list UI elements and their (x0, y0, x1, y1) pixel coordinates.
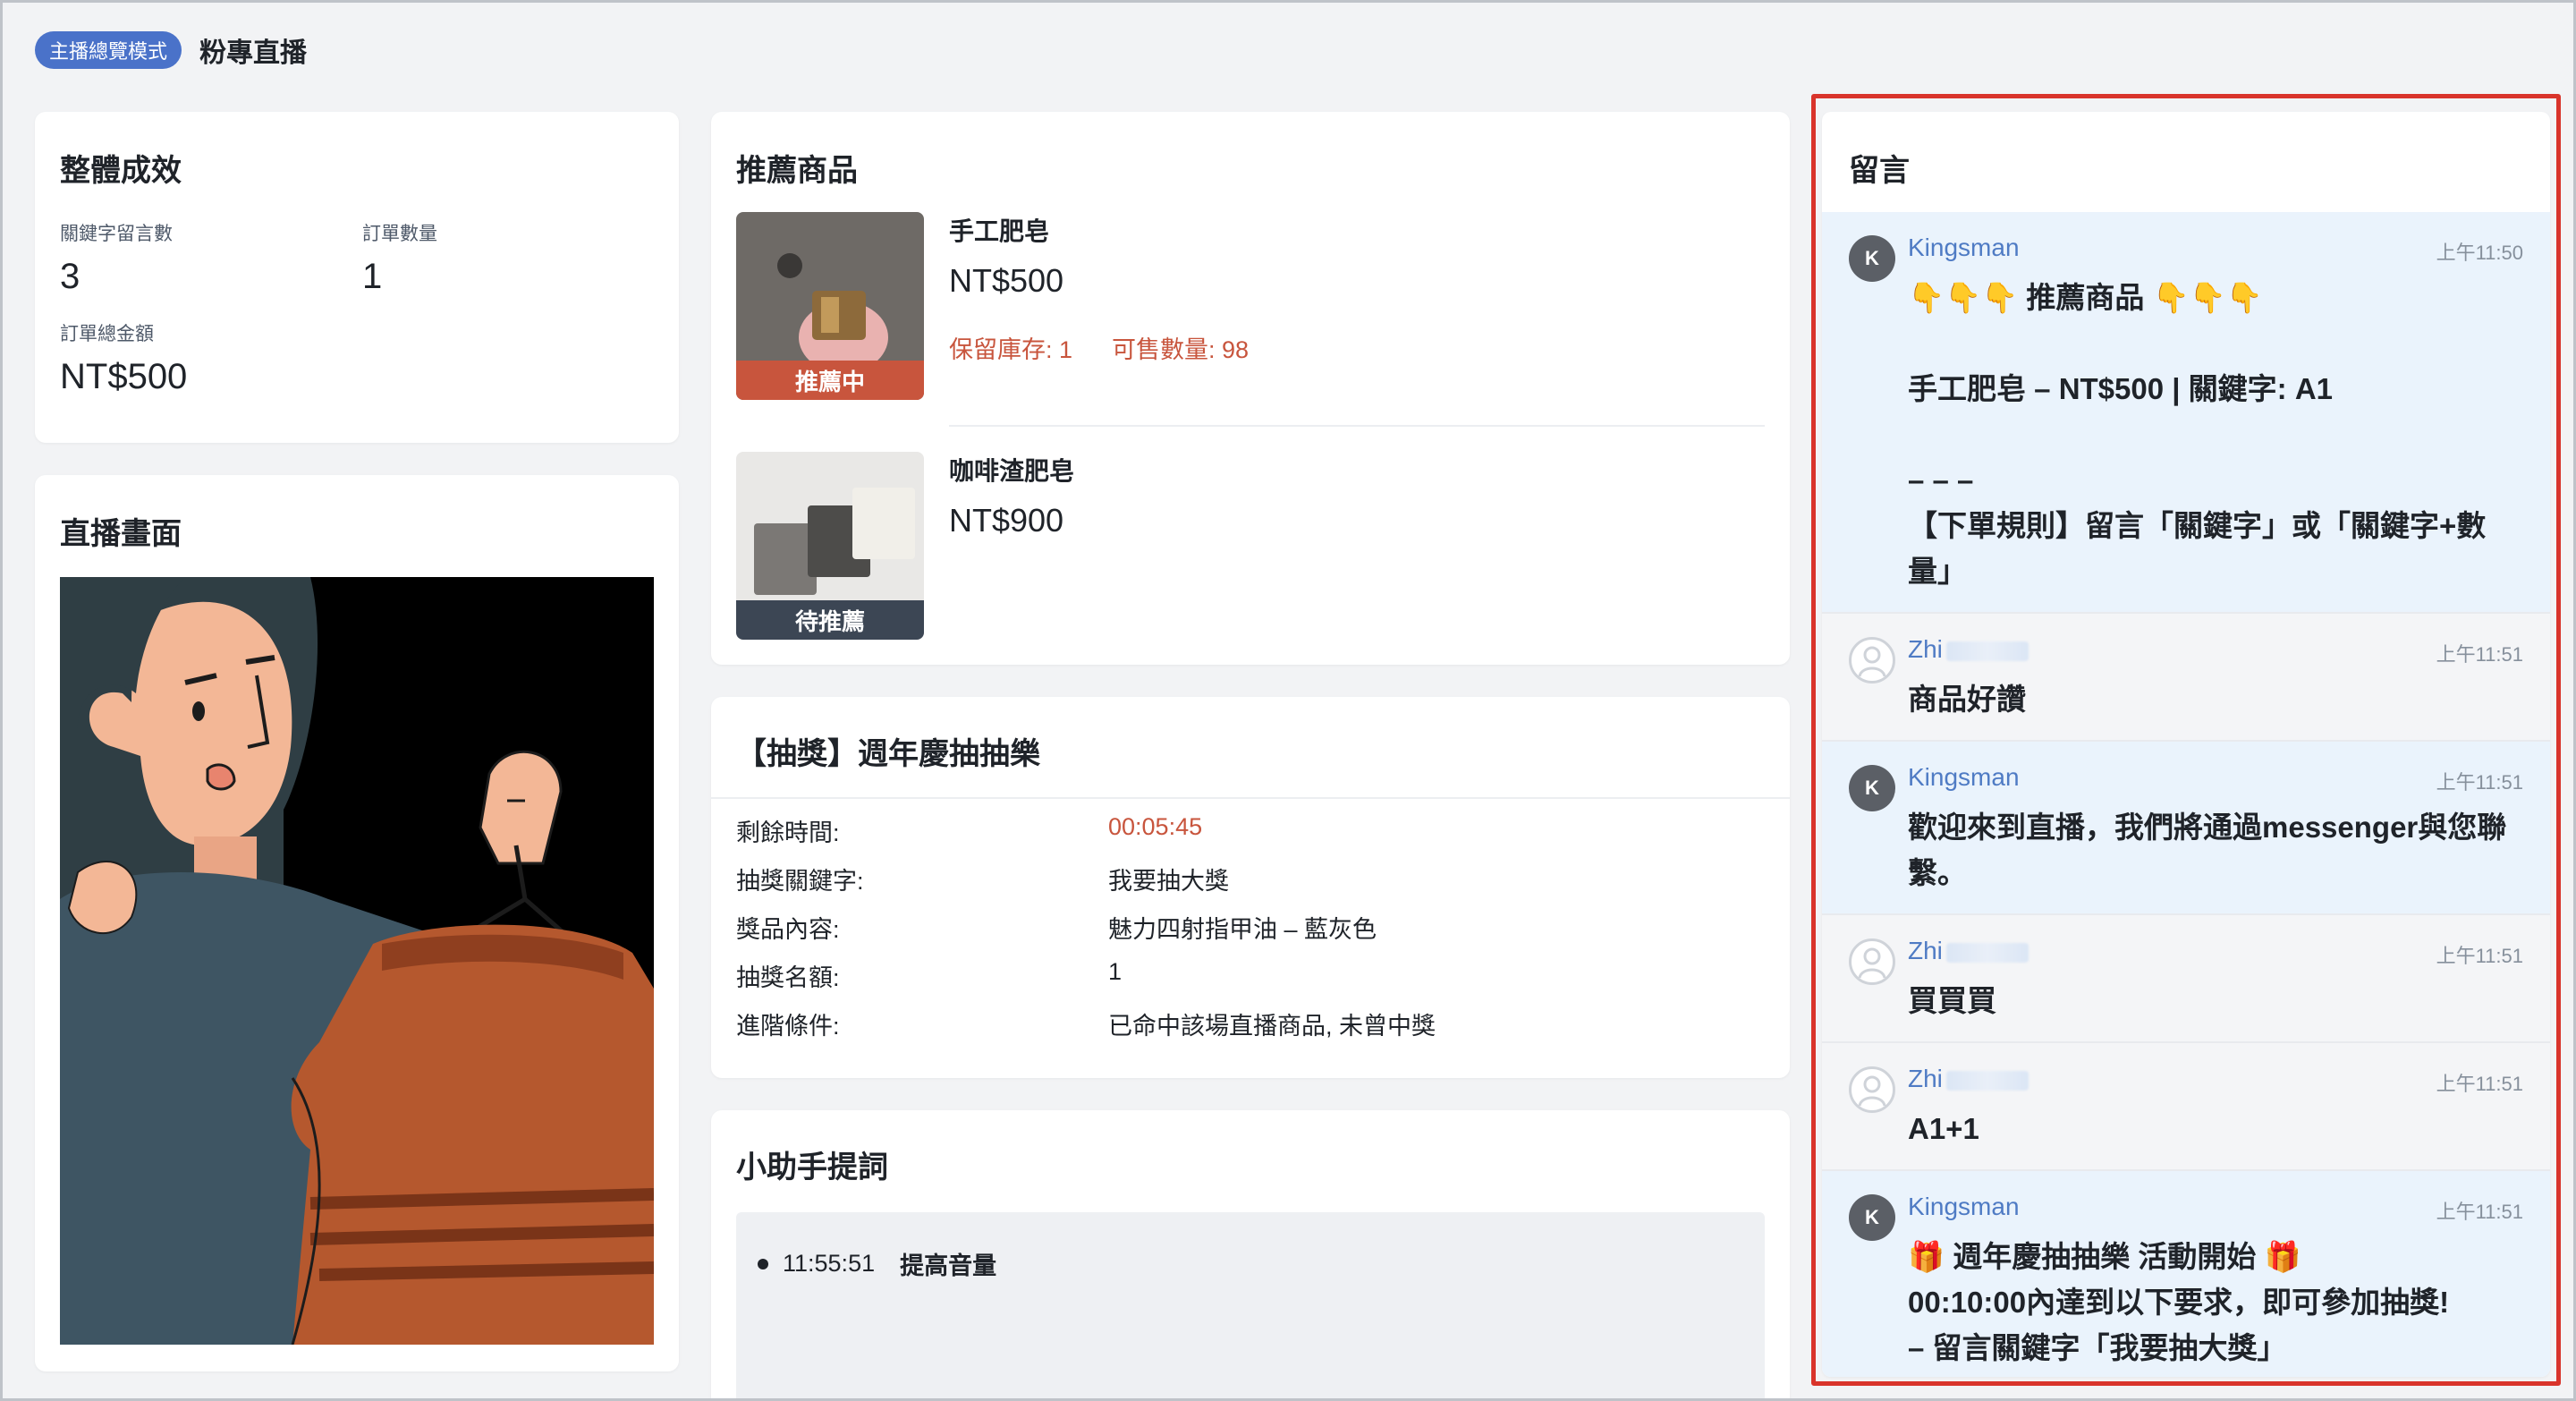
live-title: 直播畫面 (60, 517, 182, 551)
keyword-comments-value: 3 (60, 257, 80, 296)
reserved-stock: 保留庫存: 1 (949, 336, 1073, 363)
lottery-card: 【抽獎】週年慶抽抽樂 剩餘時間: 00:05:45 抽獎關鍵字: 我要抽大獎 獎… (711, 697, 1790, 1078)
product-status-tag: 待推薦 (736, 600, 924, 640)
product-item[interactable]: 待推薦 咖啡渣肥皂 NT$900 (736, 452, 1765, 640)
total-amount-label: 訂單總金額 (60, 324, 154, 344)
performance-title: 整體成效 (60, 154, 182, 188)
lottery-condition: 已命中該場直播商品, 未曾中獎 (1108, 1013, 1436, 1040)
products-title: 推薦商品 (736, 154, 858, 188)
live-card: 直播畫面 (35, 475, 679, 1371)
performance-card: 整體成效 關鍵字留言數 3 訂單數量 1 訂單總金額 NT$500 (35, 112, 679, 443)
available-stock: 可售數量: 98 (1112, 336, 1250, 363)
product-divider (949, 425, 1765, 427)
remaining-time: 00:05:45 (1108, 813, 1203, 840)
product-status-tag: 推薦中 (736, 361, 924, 400)
lottery-row: 剩餘時間: 00:05:45 (736, 813, 1765, 849)
assistant-card: 小助手提詞 11:55:51 提高音量 (711, 1110, 1790, 1398)
comments-highlight-outline (1811, 94, 2561, 1386)
lottery-key: 獎品內容: (736, 916, 840, 943)
product-item[interactable]: 推薦中 手工肥皂 NT$500 保留庫存: 1 可售數量: 98 (736, 212, 1765, 400)
lottery-key: 進階條件: (736, 1013, 840, 1040)
live-illustration (60, 577, 654, 1345)
assistant-prompt-item: 11:55:51 提高音量 (758, 1246, 996, 1281)
bullet-icon (758, 1258, 768, 1269)
orders-label: 訂單數量 (362, 224, 437, 244)
product-stock: 保留庫存: 1 可售數量: 98 (949, 330, 1249, 365)
prompt-time: 11:55:51 (783, 1250, 876, 1277)
app-frame: 主播總覽模式 粉專直播 整體成效 關鍵字留言數 3 訂單數量 1 訂單總金額 N… (0, 0, 2576, 1401)
product-price: NT$500 (949, 262, 1064, 299)
keyword-comments-label: 關鍵字留言數 (60, 224, 173, 244)
total-amount-value: NT$500 (60, 357, 188, 396)
lottery-keyword: 我要抽大獎 (1108, 868, 1229, 895)
lottery-row: 獎品內容: 魅力四射指甲油 – 藍灰色 (736, 910, 1765, 946)
live-video[interactable] (60, 577, 654, 1345)
orders-value: 1 (362, 257, 383, 296)
lottery-key: 剩餘時間: (736, 819, 840, 846)
page-title: 粉專直播 (199, 38, 308, 68)
product-thumbnail: 推薦中 (736, 212, 924, 400)
lottery-row: 抽獎名額: 1 (736, 958, 1765, 994)
lottery-quota: 1 (1108, 958, 1123, 985)
lottery-divider (711, 797, 1790, 799)
product-price: NT$900 (949, 502, 1064, 539)
products-card: 推薦商品 推薦中 手工肥皂 NT$500 保留庫存: 1 可售數量: 98 待推… (711, 112, 1790, 665)
lottery-prize: 魅力四射指甲油 – 藍灰色 (1108, 916, 1377, 943)
product-name: 咖啡渣肥皂 (949, 457, 1075, 485)
mode-badge[interactable]: 主播總覽模式 (35, 31, 182, 69)
product-thumbnail: 待推薦 (736, 452, 924, 640)
lottery-row: 抽獎關鍵字: 我要抽大獎 (736, 862, 1765, 897)
page-header: 主播總覽模式 粉專直播 (35, 30, 307, 71)
prompt-text: 提高音量 (900, 1252, 997, 1279)
lottery-title: 【抽獎】週年慶抽抽樂 (736, 737, 1040, 771)
lottery-row: 進階條件: 已命中該場直播商品, 未曾中獎 (736, 1006, 1765, 1042)
assistant-title: 小助手提詞 (736, 1151, 888, 1184)
product-name: 手工肥皂 (949, 217, 1050, 245)
assistant-prompt-box: 11:55:51 提高音量 (736, 1212, 1765, 1398)
lottery-key: 抽獎關鍵字: (736, 868, 864, 895)
lottery-key: 抽獎名額: (736, 964, 840, 991)
